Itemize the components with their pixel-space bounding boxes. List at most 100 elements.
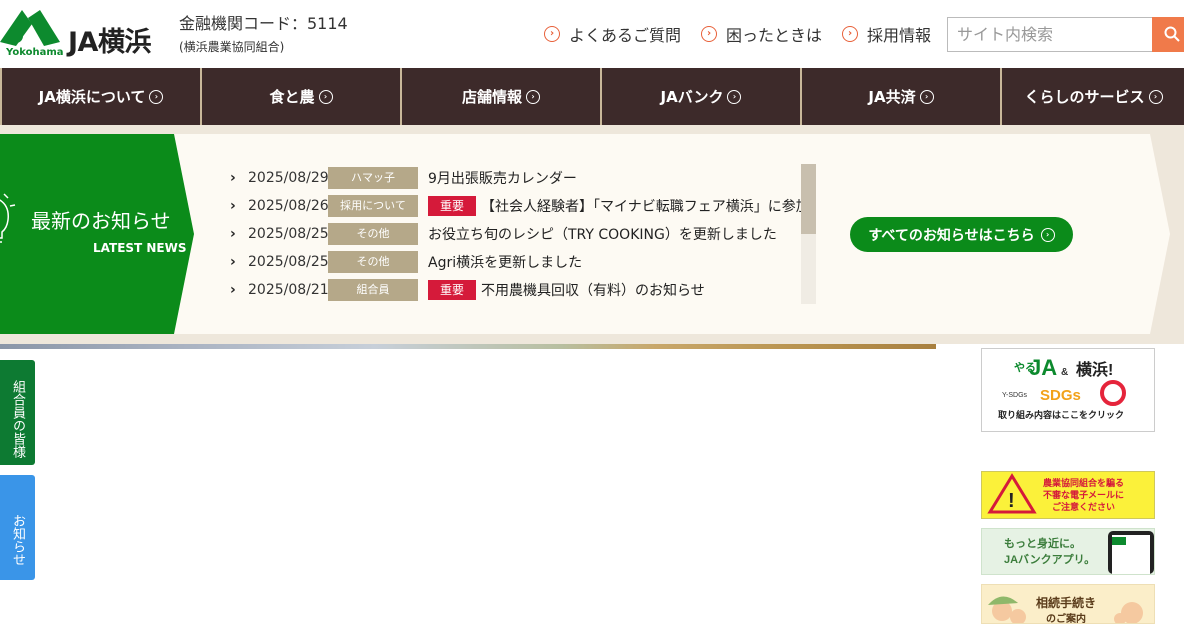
- news-list: › 2025/08/29 ハマッ子 9月出張販売カレンダー › 2025/08/…: [230, 164, 801, 304]
- app-banner-text-2: JAバンクアプリ。: [1004, 552, 1095, 566]
- warning-icon: !: [1008, 490, 1015, 512]
- news-date: 2025/08/29: [248, 170, 329, 186]
- org-name: (横浜農業協同組合): [179, 40, 285, 54]
- nav-food-agri[interactable]: 食と農 ›: [200, 68, 400, 125]
- lightbulb-icon: [0, 193, 16, 243]
- app-banner-graphic: もっと身近に。 JAバンクアプリ。: [1004, 531, 1154, 574]
- site-header: JA横浜 Yokohama 金融機関コード：5114 (横浜農業協同組合) › よ…: [0, 0, 1184, 68]
- nav-ja-bank[interactable]: JAバンク ›: [600, 68, 800, 125]
- site-search-input[interactable]: [947, 17, 1153, 52]
- chevron-circle-icon: ›: [919, 89, 934, 104]
- nav-stores[interactable]: 店舗情報 ›: [400, 68, 600, 125]
- chevron-circle-icon: ›: [544, 26, 560, 42]
- sdgs-banner-city: 横浜!: [1076, 360, 1113, 379]
- nav-living-services-label: くらしのサービス: [1024, 88, 1145, 106]
- hero-image-strip: [0, 344, 936, 349]
- nav-about-label: JA横浜について: [38, 88, 146, 106]
- chevron-circle-icon: ›: [842, 26, 859, 42]
- news-title[interactable]: 不用農機具回収（有料）のお知らせ: [481, 280, 705, 300]
- nav-ja-kyosai[interactable]: JA共済 ›: [800, 68, 1000, 125]
- chevron-circle-icon: ›: [318, 89, 333, 104]
- news-date: 2025/08/25: [248, 254, 329, 270]
- chevron-circle-icon: ›: [701, 26, 718, 42]
- recruit-link-label: 採用情報: [867, 26, 932, 45]
- sdgs-banner-brand: JA: [1029, 355, 1057, 380]
- faq-link[interactable]: › よくあるご質問: [544, 22, 681, 46]
- app-banner-text-1: もっと身近に。: [1004, 536, 1081, 550]
- sdgs-banner-graphic: やる JA & 横浜! Y-SDGs SDGs 取り組み内容はここをクリック: [998, 355, 1126, 420]
- inheritance-text-2: のご案内: [1046, 612, 1086, 624]
- inheritance-banner-graphic: 相続手続き のご案内: [988, 595, 1143, 624]
- chevron-right-icon: ›: [230, 282, 236, 298]
- scrollbar-thumb[interactable]: [801, 164, 816, 234]
- faq-link-label: よくあるご質問: [569, 26, 682, 45]
- sdgs-banner[interactable]: やる JA & 横浜! Y-SDGs SDGs 取り組み内容はここをクリック: [981, 348, 1155, 432]
- members-side-tab[interactable]: 組合員の皆様: [0, 360, 35, 465]
- news-category-badge: 組合員: [328, 279, 418, 301]
- news-scrollbar[interactable]: [801, 164, 816, 304]
- chevron-circle-icon: ›: [526, 89, 540, 104]
- news-title[interactable]: Agri横浜を更新しました: [428, 252, 582, 272]
- nav-ja-bank-label: JAバンク: [660, 88, 724, 106]
- news-date: 2025/08/25: [248, 226, 329, 242]
- chevron-right-icon: ›: [230, 170, 236, 186]
- warning-text-1: 農業協同組合を騙る: [1043, 477, 1124, 488]
- sdgs-banner-caption: 取り組み内容はここをクリック: [998, 409, 1124, 420]
- nav-stores-label: 店舗情報: [461, 88, 522, 106]
- news-category-badge: ハマッ子: [328, 167, 418, 189]
- news-date: 2025/08/26: [248, 198, 329, 214]
- global-nav: JA横浜について › 食と農 › 店舗情報 › JAバンク › JA共済 › くらしのサー…: [0, 68, 1184, 125]
- news-date: 2025/08/21: [248, 282, 329, 298]
- news-category-badge: その他: [328, 223, 418, 245]
- news-heading-block: 最新のお知らせ LATEST NEWS: [0, 134, 194, 334]
- important-badge: 重要: [428, 196, 476, 216]
- news-side-tab[interactable]: お知らせ: [0, 475, 35, 580]
- news-category-badge: その他: [328, 251, 418, 273]
- news-heading: 最新のお知らせ: [31, 209, 171, 233]
- inheritance-text-1: 相続手続き: [1036, 595, 1096, 610]
- sdgs-banner-label: Y-SDGs: [1002, 392, 1028, 399]
- nav-about[interactable]: JA横浜について ›: [0, 68, 200, 125]
- warning-text-2: 不審な電子メールに: [1043, 489, 1124, 500]
- chevron-circle-icon: ›: [1148, 89, 1163, 104]
- bank-code: 金融機関コード：5114: [179, 14, 348, 33]
- header-links: › よくあるご質問 › 困ったときは › 採用情報: [544, 22, 931, 46]
- news-subheading: LATEST NEWS: [93, 241, 187, 255]
- news-item[interactable]: › 2025/08/25 その他 お役立ち旬のレシピ（TRY COOKING）を…: [230, 223, 801, 245]
- news-title[interactable]: お役立ち旬のレシピ（TRY COOKING）を更新しました: [428, 224, 777, 244]
- chevron-circle-icon: ›: [727, 89, 742, 104]
- sdgs-banner-sdgs: SDGs: [1040, 387, 1081, 404]
- news-item[interactable]: › 2025/08/21 組合員 重要 不用農機具回収（有料）のお知らせ: [230, 279, 801, 301]
- search-button[interactable]: [1152, 17, 1184, 52]
- news-category-badge: 採用について: [328, 195, 418, 217]
- ja-yokohama-logo[interactable]: JA横浜 Yokohama: [0, 8, 170, 60]
- ja-bank-app-banner[interactable]: もっと身近に。 JAバンクアプリ。: [981, 528, 1155, 575]
- news-title[interactable]: 9月出張販売カレンダー: [428, 168, 577, 188]
- important-badge: 重要: [428, 280, 476, 300]
- recruit-link[interactable]: › 採用情報: [842, 22, 931, 46]
- nav-food-agri-label: 食と農: [269, 88, 315, 106]
- warning-text-3: ご注意ください: [1052, 501, 1115, 512]
- logo-text: JA横浜: [68, 27, 151, 58]
- inheritance-banner[interactable]: 相続手続き のご案内: [981, 584, 1155, 624]
- news-item[interactable]: › 2025/08/25 その他 Agri横浜を更新しました: [230, 251, 801, 273]
- chevron-right-icon: ›: [230, 198, 236, 214]
- logo-subtext: Yokohama: [6, 47, 64, 58]
- news-item[interactable]: › 2025/08/29 ハマッ子 9月出張販売カレンダー: [230, 167, 801, 189]
- sdgs-banner-and: &: [1061, 367, 1068, 378]
- nav-living-services[interactable]: くらしのサービス ›: [1000, 68, 1184, 125]
- nav-ja-kyosai-label: JA共済: [868, 88, 916, 106]
- warning-banner-graphic: ! 農業協同組合を騙る 不審な電子メールに ご注意ください: [987, 473, 1124, 514]
- chevron-right-icon: ›: [230, 254, 236, 270]
- chevron-circle-icon: ›: [1040, 227, 1055, 242]
- chevron-right-icon: ›: [230, 226, 236, 242]
- all-news-button[interactable]: すべてのお知らせはこちら ›: [850, 217, 1073, 252]
- news-title[interactable]: 【社会人経験者】「マイナビ転職フェア横浜」に参加: [481, 196, 801, 216]
- all-news-button-label: すべてのお知らせはこちら: [868, 227, 1035, 244]
- phishing-warning-banner[interactable]: ! 農業協同組合を騙る 不審な電子メールに ご注意ください: [981, 471, 1155, 519]
- news-item[interactable]: › 2025/08/26 採用について 重要 【社会人経験者】「マイナビ転職フェ…: [230, 195, 801, 217]
- help-link-label: 困ったときは: [726, 26, 823, 45]
- help-link[interactable]: › 困ったときは: [701, 22, 822, 46]
- chevron-circle-icon: ›: [149, 89, 164, 104]
- search-icon: [1164, 26, 1180, 42]
